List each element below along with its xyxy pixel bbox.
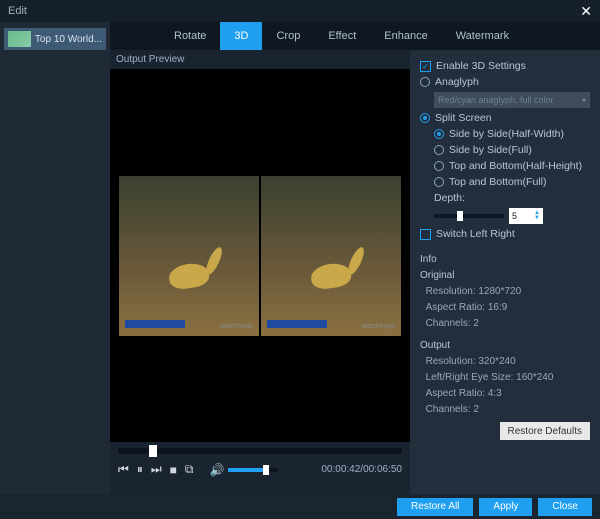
stop-icon[interactable]: ■ xyxy=(170,463,177,477)
mode-tb-half[interactable]: Top and Bottom(Half-Height) xyxy=(420,160,590,172)
depth-label-row: Depth: xyxy=(420,192,590,204)
mode-label: Side by Side(Full) xyxy=(449,144,532,156)
pause-icon[interactable]: ⏸ xyxy=(137,462,143,477)
tab-rotate[interactable]: Rotate xyxy=(160,22,220,50)
watermark-text: watchmojo xyxy=(362,323,395,330)
radio-icon[interactable] xyxy=(434,129,444,139)
slider-thumb[interactable] xyxy=(457,211,463,221)
radio-icon[interactable] xyxy=(420,113,430,123)
close-button[interactable]: Close xyxy=(538,498,592,516)
main: Rotate 3D Crop Effect Enhance Watermark … xyxy=(110,22,600,494)
seek-bar[interactable] xyxy=(118,448,402,454)
enable-3d-label: Enable 3D Settings xyxy=(436,60,526,72)
chevron-down-icon: ▾ xyxy=(582,96,586,105)
split-screen-label: Split Screen xyxy=(435,112,492,124)
output-eyesize: Left/Right Eye Size: 160*240 xyxy=(420,370,590,386)
snapshot-icon[interactable]: ⧉ xyxy=(185,462,194,477)
output-resolution: Resolution: 320*240 xyxy=(420,354,590,370)
watermark-text: watchmojo xyxy=(220,323,253,330)
tab-watermark[interactable]: Watermark xyxy=(442,22,523,50)
volume-control: 🔊 xyxy=(209,463,278,477)
seek-thumb[interactable] xyxy=(149,445,157,457)
tab-3d[interactable]: 3D xyxy=(220,22,262,50)
depth-slider[interactable] xyxy=(434,214,504,218)
anaglyph-option: Red/cyan anaglyph, full color xyxy=(438,95,554,105)
content: Output Preview watchmojo watchmojo xyxy=(110,50,600,494)
player-controls: ⏮ ⏸ ⏭ ■ ⧉ 🔊 xyxy=(110,442,410,494)
output-channels: Channels: 2 xyxy=(420,402,590,418)
output-header: Output xyxy=(420,338,590,354)
footer: Restore All Apply Close xyxy=(0,494,600,519)
body: Top 10 World... Rotate 3D Crop Effect En… xyxy=(0,22,600,494)
checkbox-icon[interactable] xyxy=(420,229,431,240)
anaglyph-row[interactable]: Anaglyph xyxy=(420,76,590,88)
checkbox-icon[interactable] xyxy=(420,61,431,72)
sidebar-item-label: Top 10 World... xyxy=(35,34,102,45)
original-resolution: Resolution: 1280*720 xyxy=(420,284,590,300)
mode-sbs-full[interactable]: Side by Side(Full) xyxy=(420,144,590,156)
scorpion-icon xyxy=(301,246,361,296)
right-frame: watchmojo xyxy=(261,176,401,336)
side-by-side-frames: watchmojo watchmojo xyxy=(119,176,401,336)
original-channels: Channels: 2 xyxy=(420,316,590,332)
depth-control-row: 5 ▲▼ xyxy=(420,208,590,224)
volume-thumb[interactable] xyxy=(263,465,269,475)
anaglyph-label: Anaglyph xyxy=(435,76,479,88)
anaglyph-select[interactable]: Red/cyan anaglyph, full color ▾ xyxy=(434,92,590,108)
preview-area: watchmojo watchmojo xyxy=(110,69,410,442)
edit-window: Edit ✕ Top 10 World... Rotate 3D Crop Ef… xyxy=(0,0,600,519)
depth-value: 5 xyxy=(512,211,517,221)
spinner-icon[interactable]: ▲▼ xyxy=(534,211,540,221)
switch-lr-label: Switch Left Right xyxy=(436,228,515,240)
settings-panel: Enable 3D Settings Anaglyph Red/cyan ana… xyxy=(410,50,600,494)
radio-icon[interactable] xyxy=(434,145,444,155)
time-display: 00:00:42/00:06:50 xyxy=(321,464,402,475)
info-header: Info xyxy=(420,252,590,268)
tab-enhance[interactable]: Enhance xyxy=(370,22,441,50)
apply-button[interactable]: Apply xyxy=(479,498,532,516)
sidebar: Top 10 World... xyxy=(0,22,110,494)
window-title: Edit xyxy=(8,5,27,17)
tabs: Rotate 3D Crop Effect Enhance Watermark xyxy=(110,22,600,50)
restore-all-button[interactable]: Restore All xyxy=(397,498,473,516)
mode-label: Top and Bottom(Half-Height) xyxy=(449,160,582,172)
preview-column: Output Preview watchmojo watchmojo xyxy=(110,50,410,494)
radio-icon[interactable] xyxy=(434,161,444,171)
control-row: ⏮ ⏸ ⏭ ■ ⧉ 🔊 xyxy=(118,462,402,477)
output-aspect: Aspect Ratio: 4:3 xyxy=(420,386,590,402)
tab-effect[interactable]: Effect xyxy=(314,22,370,50)
next-icon[interactable]: ⏭ xyxy=(151,462,162,477)
volume-slider[interactable] xyxy=(228,468,278,472)
depth-label: Depth: xyxy=(434,192,465,204)
depth-stepper[interactable]: 5 ▲▼ xyxy=(509,208,543,224)
volume-icon[interactable]: 🔊 xyxy=(209,463,224,477)
mode-sbs-half[interactable]: Side by Side(Half-Width) xyxy=(420,128,590,140)
thumbnail-icon xyxy=(8,31,31,47)
split-screen-row[interactable]: Split Screen xyxy=(420,112,590,124)
left-frame: watchmojo xyxy=(119,176,259,336)
titlebar: Edit ✕ xyxy=(0,0,600,22)
sidebar-item[interactable]: Top 10 World... xyxy=(4,28,106,50)
original-header: Original xyxy=(420,268,590,284)
enable-3d-row[interactable]: Enable 3D Settings xyxy=(420,60,590,72)
scorpion-icon xyxy=(159,246,219,296)
mode-label: Top and Bottom(Full) xyxy=(449,176,546,188)
radio-icon[interactable] xyxy=(434,177,444,187)
mode-label: Side by Side(Half-Width) xyxy=(449,128,564,140)
original-aspect: Aspect Ratio: 16:9 xyxy=(420,300,590,316)
anaglyph-select-row: Red/cyan anaglyph, full color ▾ xyxy=(420,92,590,108)
mode-tb-full[interactable]: Top and Bottom(Full) xyxy=(420,176,590,188)
switch-lr-row[interactable]: Switch Left Right xyxy=(420,228,590,240)
preview-label: Output Preview xyxy=(110,50,410,69)
restore-defaults-button[interactable]: Restore Defaults xyxy=(500,422,590,440)
radio-icon[interactable] xyxy=(420,77,430,87)
tab-crop[interactable]: Crop xyxy=(262,22,314,50)
prev-icon[interactable]: ⏮ xyxy=(118,462,129,477)
close-icon[interactable]: ✕ xyxy=(580,3,592,20)
info-block: Info Original Resolution: 1280*720 Aspec… xyxy=(420,252,590,418)
